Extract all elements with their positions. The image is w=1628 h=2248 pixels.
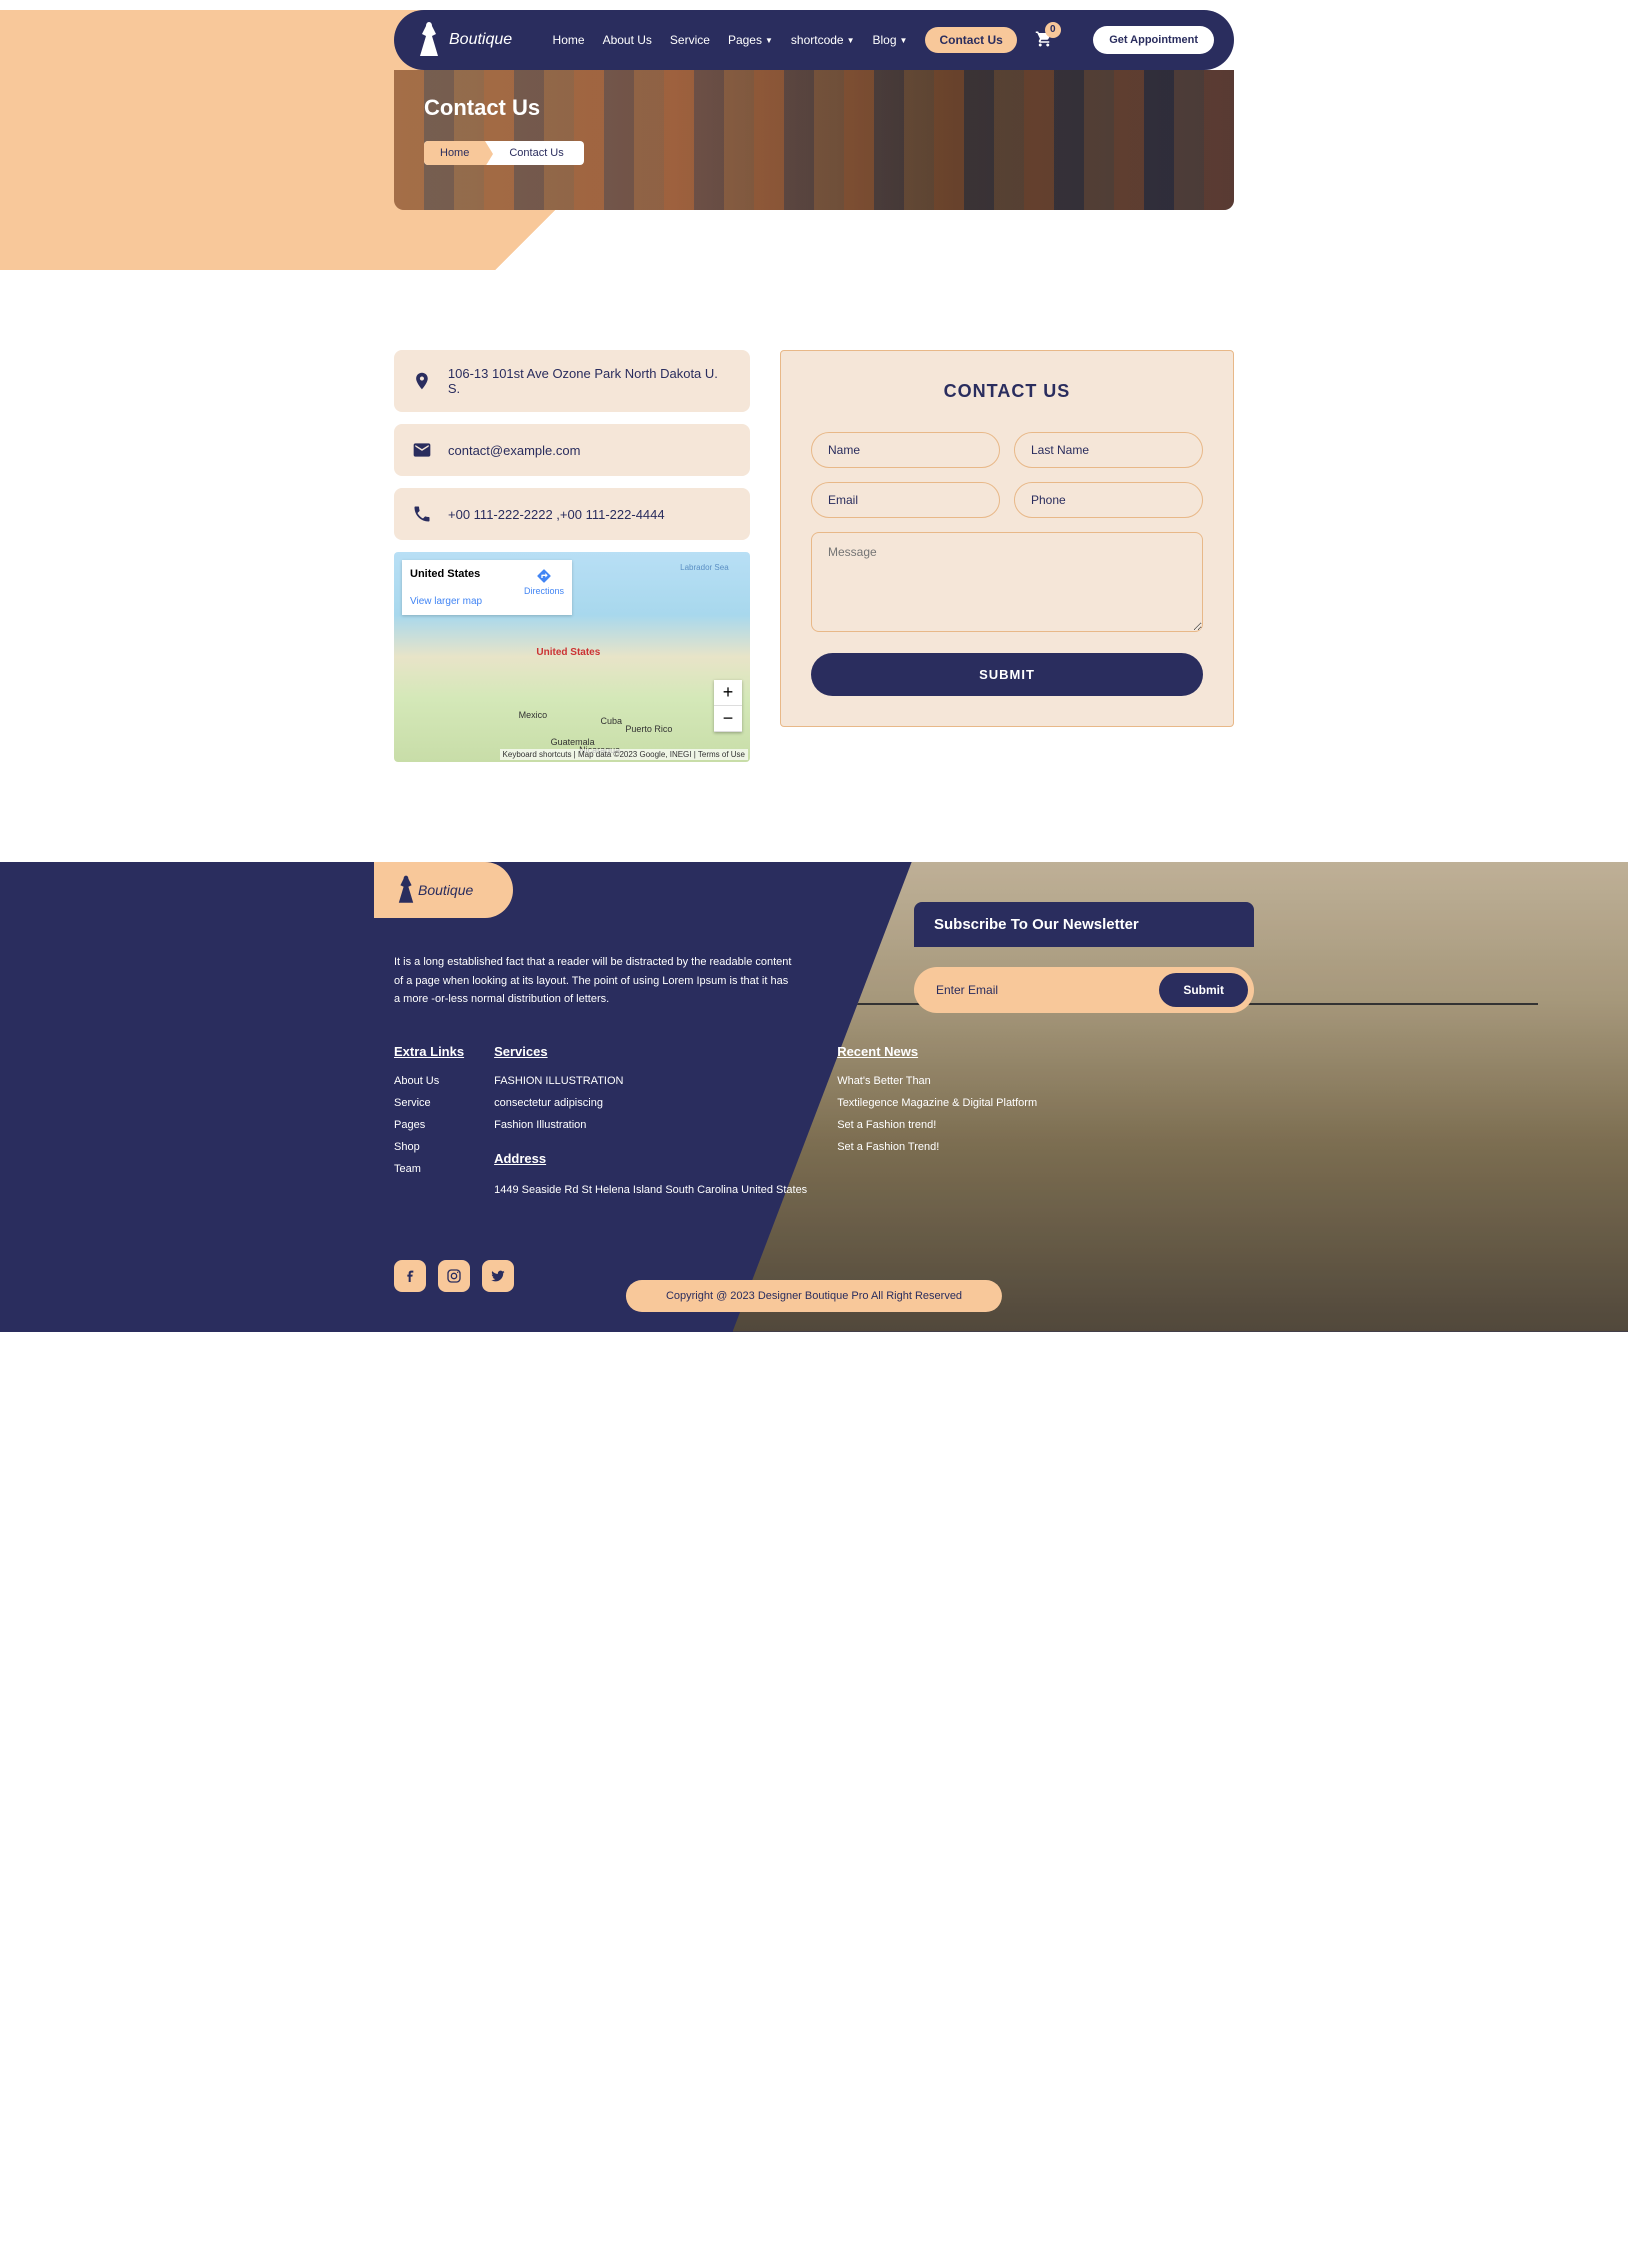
appointment-button[interactable]: Get Appointment [1093, 26, 1214, 54]
chevron-down-icon: ▼ [900, 36, 908, 45]
breadcrumb-home[interactable]: Home [424, 141, 485, 165]
footer-link[interactable]: Fashion Illustration [494, 1119, 807, 1131]
map-view-larger[interactable]: View larger map [410, 596, 564, 607]
twitter-link[interactable] [482, 1260, 514, 1292]
phone-input[interactable] [1014, 482, 1203, 518]
footer-link[interactable]: What's Better Than [837, 1075, 1037, 1087]
footer-link[interactable]: consectetur adipiscing [494, 1097, 807, 1109]
footer-logo[interactable]: Boutique [374, 862, 513, 918]
instagram-link[interactable] [438, 1260, 470, 1292]
nav-home[interactable]: Home [553, 33, 585, 47]
footer-link[interactable]: Service [394, 1097, 464, 1109]
footer-news: Recent News What's Better Than Textilege… [837, 1044, 1037, 1200]
cart-button[interactable]: 0 [1035, 30, 1053, 51]
info-phone: +00 111-222-2222 ,+00 111-222-4444 [394, 488, 750, 540]
nav-contact[interactable]: Contact Us [925, 27, 1016, 53]
nav-blog[interactable]: Blog▼ [873, 33, 908, 47]
footer-address: 1449 Seaside Rd St Helena Island South C… [494, 1182, 807, 1200]
nav-service[interactable]: Service [670, 33, 710, 47]
pin-icon [412, 371, 432, 391]
copyright: Copyright @ 2023 Designer Boutique Pro A… [626, 1280, 1002, 1312]
footer-link[interactable]: Pages [394, 1119, 464, 1131]
message-input[interactable] [811, 532, 1203, 632]
map-attribution: Keyboard shortcuts | Map data ©2023 Goog… [500, 749, 748, 760]
form-title: CONTACT US [811, 381, 1203, 402]
map-zoom-out[interactable]: − [714, 706, 742, 732]
facebook-icon [402, 1268, 418, 1284]
footer-extra-links: Extra Links About Us Service Pages Shop … [394, 1044, 464, 1200]
submit-button[interactable]: SUBMIT [811, 653, 1203, 696]
footer-link[interactable]: Set a Fashion trend! [837, 1119, 1037, 1131]
map-directions-button[interactable]: Directions [524, 568, 564, 596]
footer-link[interactable]: About Us [394, 1075, 464, 1087]
map-label-puerto: Puerto Rico [625, 724, 672, 734]
map-embed[interactable]: United States Directions View larger map… [394, 552, 750, 762]
breadcrumb-current: Contact Us [485, 141, 583, 165]
page-banner: Contact Us Home Contact Us [394, 70, 1234, 210]
cart-badge: 0 [1045, 22, 1061, 38]
lastname-input[interactable] [1014, 432, 1203, 468]
map-label-us: United States [536, 647, 600, 658]
map-zoom-controls: + − [714, 680, 742, 732]
map-label-mexico: Mexico [519, 710, 548, 720]
map-info-card: United States Directions View larger map [402, 560, 572, 615]
twitter-icon [490, 1268, 506, 1284]
logo-icon [414, 20, 444, 60]
logo-text: Boutique [449, 31, 512, 49]
envelope-icon [412, 440, 432, 460]
footer-services: Services FASHION ILLUSTRATION consectetu… [494, 1044, 807, 1200]
footer-link[interactable]: Textilegence Magazine & Digital Platform [837, 1097, 1037, 1109]
map-zoom-in[interactable]: + [714, 680, 742, 706]
phone-icon [412, 504, 432, 524]
footer-link[interactable]: FASHION ILLUSTRATION [494, 1075, 807, 1087]
directions-icon [536, 568, 552, 584]
logo[interactable]: Boutique [414, 20, 512, 60]
info-address: 106-13 101st Ave Ozone Park North Dakota… [394, 350, 750, 412]
navbar: Boutique Home About Us Service Pages▼ sh… [394, 10, 1234, 70]
footer: Boutique Subscribe To Our Newsletter Sub… [0, 862, 1628, 1332]
footer-link[interactable]: Shop [394, 1141, 464, 1153]
contact-form: CONTACT US SUBMIT [780, 350, 1234, 727]
map-label-labrador: Labrador Sea [680, 563, 728, 572]
phone-text: +00 111-222-2222 ,+00 111-222-4444 [448, 507, 665, 522]
footer-link[interactable]: Set a Fashion Trend! [837, 1141, 1037, 1153]
breadcrumb: Home Contact Us [424, 141, 584, 165]
newsletter-submit[interactable]: Submit [1159, 973, 1248, 1007]
info-email: contact@example.com [394, 424, 750, 476]
email-input[interactable] [811, 482, 1000, 518]
instagram-icon [446, 1268, 462, 1284]
nav-menu: Home About Us Service Pages▼ shortcode▼ … [553, 27, 1053, 53]
email-text: contact@example.com [448, 443, 580, 458]
footer-link[interactable]: Team [394, 1163, 464, 1175]
newsletter-title: Subscribe To Our Newsletter [914, 902, 1254, 947]
nav-shortcode[interactable]: shortcode▼ [791, 33, 855, 47]
page-title: Contact Us [424, 95, 1204, 121]
nav-about[interactable]: About Us [603, 33, 652, 47]
newsletter-input[interactable] [920, 973, 1159, 1007]
footer-about: It is a long established fact that a rea… [394, 953, 794, 1009]
logo-icon [394, 874, 418, 906]
nav-pages[interactable]: Pages▼ [728, 33, 773, 47]
map-label-cuba: Cuba [600, 716, 622, 726]
chevron-down-icon: ▼ [847, 36, 855, 45]
address-text: 106-13 101st Ave Ozone Park North Dakota… [448, 366, 732, 396]
newsletter-box: Subscribe To Our Newsletter Submit [914, 902, 1254, 1013]
facebook-link[interactable] [394, 1260, 426, 1292]
chevron-down-icon: ▼ [765, 36, 773, 45]
name-input[interactable] [811, 432, 1000, 468]
